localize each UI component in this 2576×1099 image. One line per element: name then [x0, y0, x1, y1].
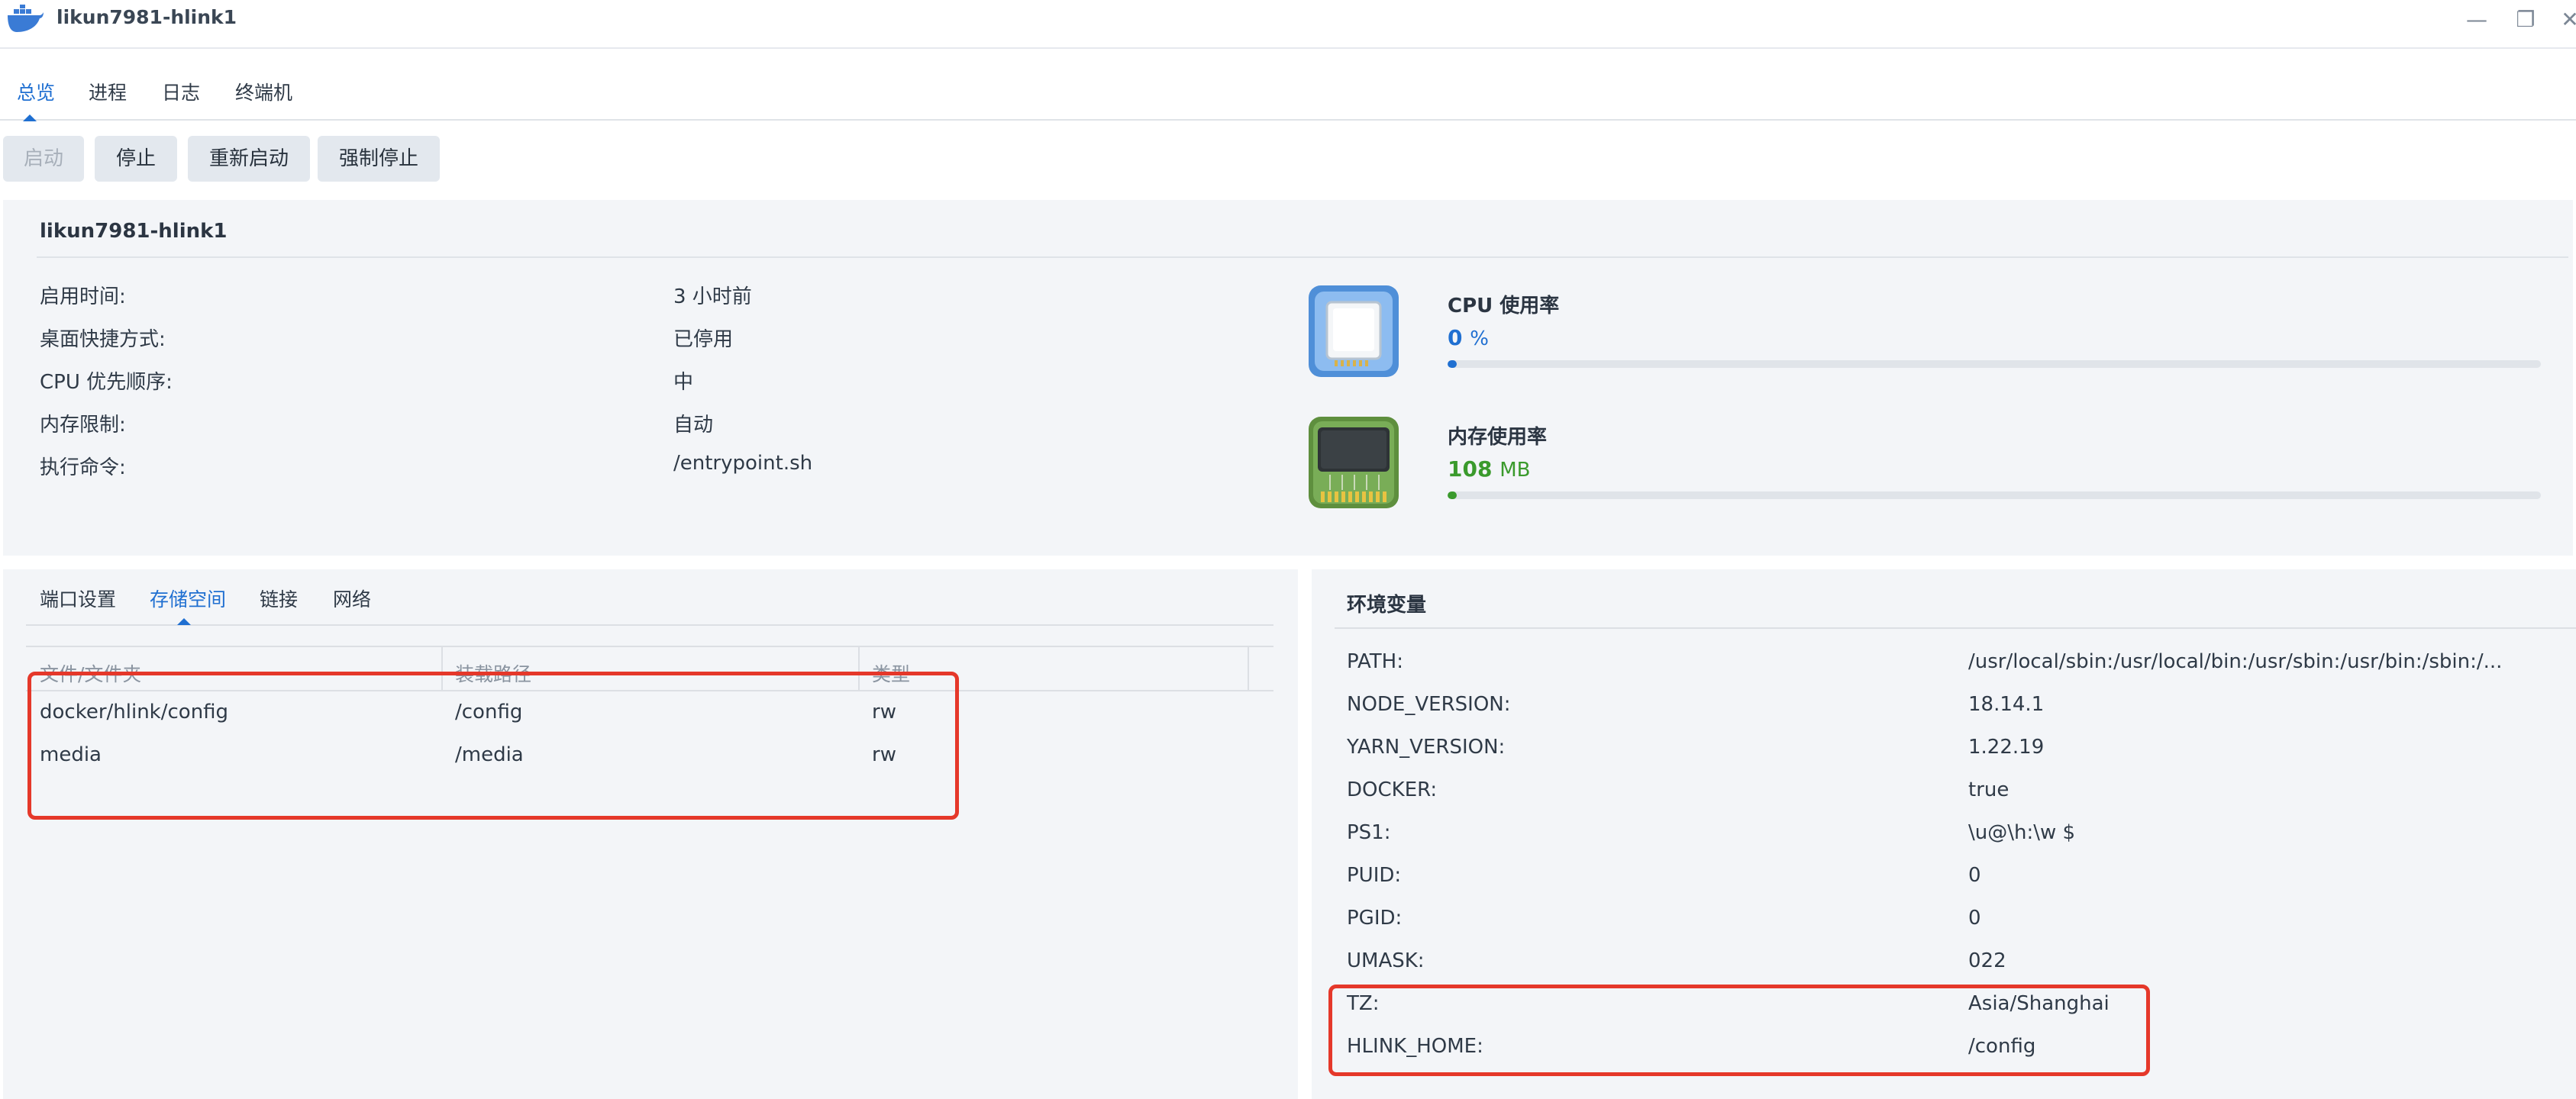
- command-value: /entrypoint.sh: [673, 452, 813, 475]
- cpu-chip-icon: [1309, 285, 1399, 377]
- memory-usage-bar: [1448, 491, 2541, 499]
- annotation-box-storage: [27, 672, 959, 820]
- env-value: 18.14.1: [1968, 693, 2045, 716]
- env-key: PGID:: [1347, 907, 1403, 930]
- env-key: NODE_VERSION:: [1347, 693, 1511, 716]
- tab-logs[interactable]: 日志: [162, 78, 200, 105]
- start-time-label: 启用时间:: [40, 285, 126, 308]
- cpu-usage-unit: %: [1470, 327, 1489, 350]
- env-value: true: [1968, 778, 2009, 801]
- tab-network[interactable]: 网络: [333, 585, 371, 612]
- env-key: DOCKER:: [1347, 778, 1438, 801]
- env-value: /usr/local/sbin:/usr/local/bin:/usr/sbin…: [1968, 650, 2503, 673]
- tab-storage[interactable]: 存储空间: [150, 585, 226, 612]
- env-key: YARN_VERSION:: [1347, 736, 1506, 759]
- cpu-priority-label: CPU 优先顺序:: [40, 371, 173, 394]
- environment-heading: 环境变量: [1347, 594, 1427, 617]
- memory-usage-number: 108: [1448, 456, 1493, 482]
- command-label: 执行命令:: [40, 456, 126, 479]
- top-tabbar: 总览 进程 日志 终端机: [0, 47, 2576, 121]
- force-stop-button[interactable]: 强制停止: [318, 136, 440, 182]
- column-divider[interactable]: [1248, 647, 1249, 690]
- cpu-usage-title: CPU 使用率: [1448, 295, 1560, 317]
- memory-limit-value: 自动: [673, 414, 714, 437]
- cpu-usage-bar-fill: [1448, 360, 1457, 368]
- restart-button[interactable]: 重新启动: [188, 136, 310, 182]
- cpu-priority-value: 中: [673, 371, 694, 394]
- env-value: 0: [1968, 907, 1981, 930]
- cpu-usage-bar: [1448, 360, 2541, 368]
- divider: [1335, 627, 2576, 629]
- memory-usage-value: 108 MB: [1448, 456, 1530, 482]
- env-value: 1.22.19: [1968, 736, 2045, 759]
- tab-links[interactable]: 链接: [260, 585, 298, 612]
- env-value: \u@\h:\w $: [1968, 821, 2076, 844]
- tab-terminal[interactable]: 终端机: [235, 78, 292, 105]
- divider: [37, 256, 2568, 258]
- close-icon[interactable]: ✕: [2555, 5, 2576, 35]
- active-tab-indicator: [23, 114, 37, 121]
- desktop-shortcut-value: 已停用: [673, 328, 734, 351]
- restore-icon[interactable]: ❐: [2510, 5, 2541, 35]
- tab-overview[interactable]: 总览: [17, 78, 55, 105]
- divider: [26, 624, 1273, 626]
- env-key: PS1:: [1347, 821, 1391, 844]
- env-value: 0: [1968, 864, 1981, 887]
- start-time-value: 3 小时前: [673, 285, 752, 308]
- memory-module-icon: [1309, 417, 1399, 508]
- memory-limit-label: 内存限制:: [40, 414, 126, 437]
- minimize-icon[interactable]: —: [2461, 5, 2492, 35]
- tab-processes[interactable]: 进程: [89, 78, 127, 105]
- annotation-box-environment: [1328, 985, 2150, 1076]
- desktop-shortcut-label: 桌面快捷方式:: [40, 328, 166, 351]
- memory-usage-unit: MB: [1499, 459, 1531, 482]
- summary-panel: [3, 200, 2573, 556]
- cpu-usage-number: 0: [1448, 325, 1463, 350]
- container-name-heading: likun7981-hlink1: [40, 220, 228, 243]
- start-button[interactable]: 启动: [3, 136, 84, 182]
- window-title: likun7981-hlink1: [56, 6, 237, 28]
- stop-button[interactable]: 停止: [95, 136, 177, 182]
- tab-port-settings[interactable]: 端口设置: [40, 585, 116, 612]
- title-bar: [0, 0, 2576, 49]
- cpu-usage-value: 0 %: [1448, 325, 1489, 350]
- env-key: PATH:: [1347, 650, 1403, 673]
- env-value: 022: [1968, 949, 2006, 972]
- memory-usage-bar-fill: [1448, 491, 1457, 499]
- env-key: UMASK:: [1347, 949, 1425, 972]
- docker-whale-icon: [8, 5, 44, 32]
- memory-usage-title: 内存使用率: [1448, 426, 1548, 449]
- active-tab-indicator: [177, 618, 191, 625]
- env-key: PUID:: [1347, 864, 1402, 887]
